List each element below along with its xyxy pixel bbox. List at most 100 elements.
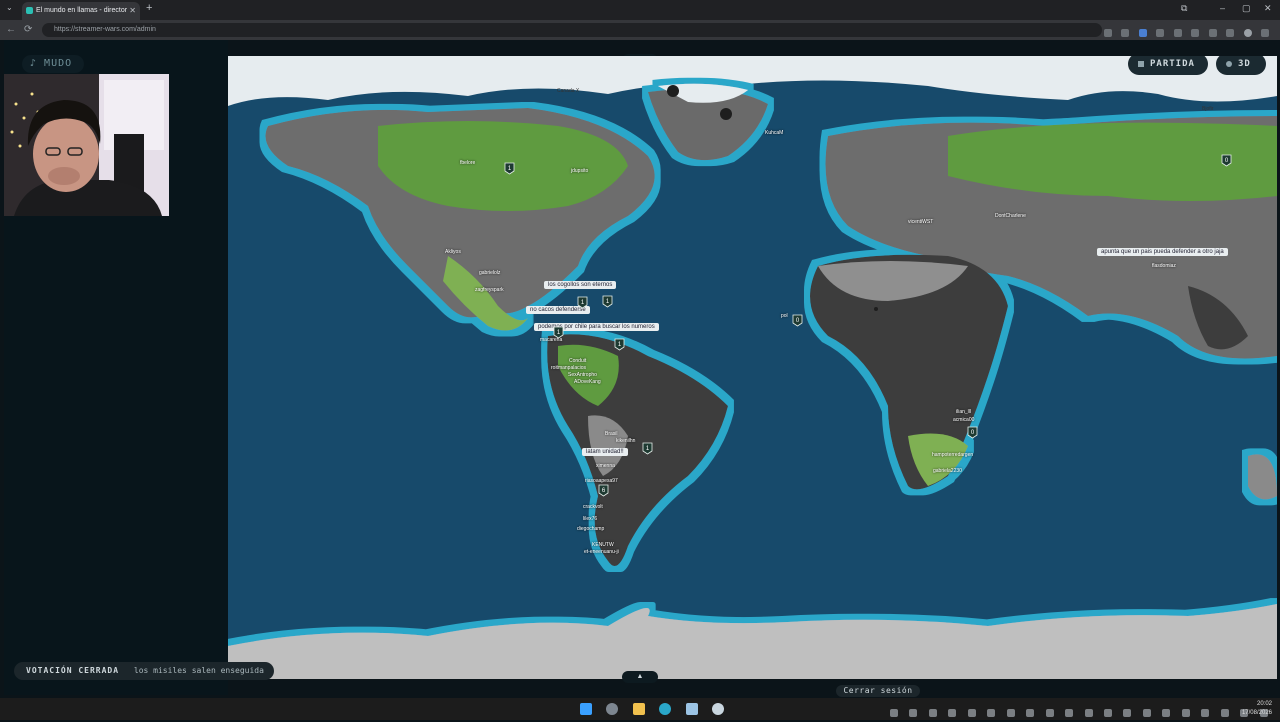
tray-icon[interactable]: [987, 709, 996, 717]
tray-icon[interactable]: [1103, 709, 1112, 717]
mute-toggle[interactable]: ♪ MUDO: [22, 55, 84, 73]
tray-icon[interactable]: [1084, 709, 1093, 717]
unit-marker[interactable]: 0: [967, 426, 978, 439]
region-label: fbelore: [460, 160, 476, 166]
clock-time: 20:02: [1256, 701, 1272, 707]
search-icon[interactable]: [606, 703, 619, 715]
browser-tab[interactable]: El mundo en llamas - director ✕: [22, 2, 140, 20]
unit-marker[interactable]: 1: [642, 442, 653, 455]
window-restore-icon[interactable]: ⧉: [1181, 3, 1187, 14]
edge-browser-icon[interactable]: [659, 703, 672, 715]
region-label: et-eneenuanu-ji: [584, 549, 619, 555]
circle-icon: [1226, 61, 1232, 67]
view-3d-button[interactable]: 3D: [1216, 56, 1266, 75]
region-label: ilian_lll: [956, 409, 972, 415]
region-label: roitmanpalacios: [551, 365, 587, 371]
tray-icon[interactable]: [1065, 709, 1074, 717]
region-label: KuhcaM: [765, 130, 784, 136]
region-label: gabrielolz: [479, 270, 501, 276]
unit-marker[interactable]: 1: [577, 296, 588, 309]
vote-message: los misiles salen enseguida: [133, 666, 264, 675]
browser-tabbar: ⌄ El mundo en llamas - director ✕ + ⧉ – …: [0, 0, 1280, 20]
back-arrow-icon[interactable]: ←: [6, 24, 16, 35]
tray-icon[interactable]: [967, 709, 976, 717]
partida-label: PARTIDA: [1150, 59, 1195, 69]
region-label: SexAntropho: [568, 372, 597, 378]
tray-icon[interactable]: [1181, 709, 1190, 717]
region-label: acmica00: [953, 417, 975, 423]
app-icon[interactable]: [712, 703, 725, 715]
unit-marker[interactable]: 1: [504, 162, 515, 175]
taskbar-clock[interactable]: 20:02 17/08/2026: [1242, 700, 1272, 718]
region-label: lilex76: [583, 516, 598, 522]
clock-date: 17/08/2026: [1241, 710, 1272, 716]
region-label: kikenilhn: [616, 438, 636, 444]
world-map-svg: [228, 56, 1277, 679]
tray-icon[interactable]: [1006, 709, 1015, 717]
download-icon[interactable]: [1226, 29, 1235, 37]
taskbar-apps: [580, 702, 734, 720]
os-taskbar: 20:02 17/08/2026: [0, 698, 1280, 720]
extension-icon[interactable]: [1138, 29, 1147, 37]
partida-button[interactable]: PARTIDA: [1128, 56, 1208, 75]
logout-button[interactable]: Cerrar sesión: [836, 685, 920, 697]
region-label: hampoterredargen: [932, 452, 974, 458]
extension-icon[interactable]: [1191, 29, 1200, 37]
unit-marker[interactable]: 1: [602, 295, 613, 308]
tray-icon[interactable]: [1201, 709, 1210, 717]
map-bottom-handle[interactable]: ▲: [622, 671, 658, 683]
favorites-icon[interactable]: [1208, 29, 1217, 37]
tab-list-chevron-icon[interactable]: ⌄: [6, 3, 13, 12]
app-icon[interactable]: [685, 703, 698, 715]
region-label: jdupsito: [571, 168, 589, 174]
chat-bubble: los cogollos son eternos: [544, 281, 617, 289]
address-bar[interactable]: https://streamer-wars.com/admin: [42, 23, 1102, 37]
unit-marker[interactable]: 0: [1221, 154, 1232, 167]
extension-icon[interactable]: [1156, 29, 1165, 37]
windows-start-icon[interactable]: [580, 703, 592, 715]
reload-icon[interactable]: ⟳: [24, 24, 32, 35]
file-explorer-icon[interactable]: [632, 703, 645, 715]
tray-icon[interactable]: [928, 709, 937, 717]
minimize-button[interactable]: –: [1220, 3, 1225, 13]
url-text: https://streamer-wars.com/admin: [54, 26, 156, 33]
region-label: vicentiWST: [908, 219, 934, 225]
tray-icon[interactable]: [1162, 709, 1171, 717]
tab-close-icon[interactable]: ✕: [129, 2, 136, 20]
close-window-button[interactable]: ✕: [1264, 3, 1272, 14]
bookmark-star-icon[interactable]: [1121, 29, 1130, 37]
tray-icon[interactable]: [1045, 709, 1054, 717]
world-map[interactable]: fbelore jdupsito Canada X KuhcaM Akliyos…: [228, 56, 1277, 679]
region-label: KENUTW: [592, 542, 614, 548]
region-label: gabriela2230: [933, 468, 962, 474]
unit-marker[interactable]: 1: [614, 338, 625, 351]
mute-label: MUDO: [44, 58, 73, 69]
tray-icon[interactable]: [890, 709, 898, 717]
unit-marker[interactable]: 1: [553, 326, 564, 339]
region-label: Akliyos: [445, 249, 461, 255]
region-label: Bjofir: [1202, 106, 1214, 112]
tray-icon[interactable]: [948, 709, 957, 717]
maximize-button[interactable]: ▢: [1242, 3, 1251, 14]
tray-icon[interactable]: [909, 709, 918, 717]
new-tab-button[interactable]: +: [146, 2, 152, 14]
profile-avatar[interactable]: [1243, 29, 1252, 37]
region-label: Canada X: [557, 88, 580, 94]
tray-icon[interactable]: [1123, 709, 1132, 717]
unit-marker[interactable]: 0: [792, 314, 803, 327]
stream-panel: ♪ MUDO: [4, 40, 228, 695]
tray-icon[interactable]: [1142, 709, 1151, 717]
region-label: flasdomiaz: [1152, 263, 1176, 269]
region-label: pol: [781, 313, 788, 319]
music-note-icon: ♪: [30, 58, 45, 69]
extension-icon[interactable]: [1173, 29, 1182, 37]
region-label: diegochamp: [577, 526, 605, 532]
tray-icon[interactable]: [1220, 709, 1229, 717]
region-label: zagfreyspark: [475, 287, 504, 293]
more-menu-icon[interactable]: [1261, 29, 1270, 37]
zoom-icon[interactable]: [1104, 29, 1112, 37]
chat-bubble: apunta que un pais pueda defender a otro…: [1097, 248, 1228, 256]
unit-marker[interactable]: 6: [598, 484, 609, 497]
webcam-feed: [4, 74, 169, 216]
tray-icon[interactable]: [1026, 709, 1035, 717]
